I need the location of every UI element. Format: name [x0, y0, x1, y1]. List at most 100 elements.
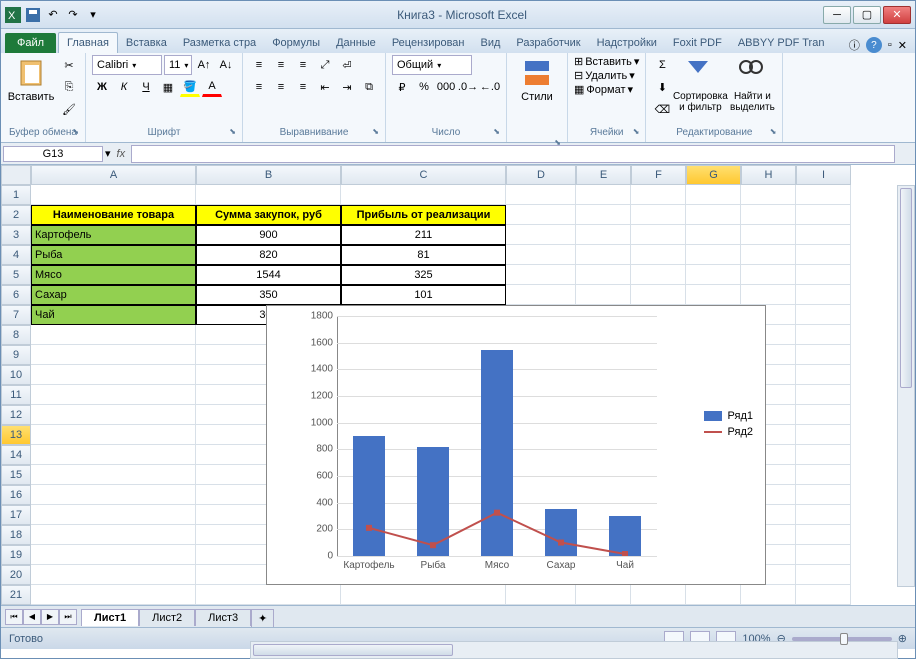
- minimize-button[interactable]: ─: [823, 6, 851, 24]
- column-header-F[interactable]: F: [631, 165, 686, 185]
- column-header-B[interactable]: B: [196, 165, 341, 185]
- cell-B2[interactable]: Сумма закупок, руб: [196, 205, 341, 225]
- cell-F2[interactable]: [631, 205, 686, 225]
- cell-I1[interactable]: [796, 185, 851, 205]
- cell-A7[interactable]: Чай: [31, 305, 196, 325]
- increase-indent-icon[interactable]: ⇥: [337, 77, 357, 97]
- column-header-D[interactable]: D: [506, 165, 576, 185]
- column-header-A[interactable]: A: [31, 165, 196, 185]
- cell-C4[interactable]: 81: [341, 245, 506, 265]
- cut-icon[interactable]: ✂: [59, 55, 79, 75]
- cell-G5[interactable]: [686, 265, 741, 285]
- cell-D6[interactable]: [506, 285, 576, 305]
- cell-G4[interactable]: [686, 245, 741, 265]
- decrease-decimal-icon[interactable]: ←.0: [480, 77, 500, 97]
- sheet-tab-3[interactable]: Лист3: [195, 609, 251, 626]
- cell-C5[interactable]: 325: [341, 265, 506, 285]
- cell-D3[interactable]: [506, 225, 576, 245]
- cell-E1[interactable]: [576, 185, 631, 205]
- cell-G1[interactable]: [686, 185, 741, 205]
- cell-D2[interactable]: [506, 205, 576, 225]
- decrease-indent-icon[interactable]: ⇤: [315, 77, 335, 97]
- font-size-combo[interactable]: 11▾: [164, 55, 192, 75]
- delete-cells-button[interactable]: ⊟ Удалить ▾: [574, 69, 635, 82]
- cell-I5[interactable]: [796, 265, 851, 285]
- cell-I11[interactable]: [796, 385, 851, 405]
- cell-E5[interactable]: [576, 265, 631, 285]
- row-header-5[interactable]: 5: [1, 265, 31, 285]
- column-header-G[interactable]: G: [686, 165, 741, 185]
- cell-A16[interactable]: [31, 485, 196, 505]
- cell-I10[interactable]: [796, 365, 851, 385]
- format-painter-icon[interactable]: 🖌: [59, 99, 79, 119]
- zoom-in-button[interactable]: ⊕: [898, 632, 907, 645]
- cell-F5[interactable]: [631, 265, 686, 285]
- cell-G2[interactable]: [686, 205, 741, 225]
- cell-I7[interactable]: [796, 305, 851, 325]
- cell-F21[interactable]: [631, 585, 686, 605]
- cell-A4[interactable]: Рыба: [31, 245, 196, 265]
- cell-C6[interactable]: 101: [341, 285, 506, 305]
- cell-I15[interactable]: [796, 465, 851, 485]
- cell-D21[interactable]: [506, 585, 576, 605]
- cell-I3[interactable]: [796, 225, 851, 245]
- decrease-font-icon[interactable]: A↓: [216, 55, 236, 75]
- column-header-C[interactable]: C: [341, 165, 506, 185]
- cell-F1[interactable]: [631, 185, 686, 205]
- sheet-tab-1[interactable]: Лист1: [81, 609, 139, 626]
- row-header-13[interactable]: 13: [1, 425, 31, 445]
- sheet-nav-last[interactable]: ⏭: [59, 609, 77, 625]
- sort-filter-button[interactable]: Сортировка и фильтр: [676, 55, 724, 115]
- cell-A3[interactable]: Картофель: [31, 225, 196, 245]
- tab-data[interactable]: Данные: [328, 33, 384, 53]
- cell-E3[interactable]: [576, 225, 631, 245]
- cell-I2[interactable]: [796, 205, 851, 225]
- tab-home[interactable]: Главная: [58, 32, 118, 53]
- cell-H1[interactable]: [741, 185, 796, 205]
- find-select-button[interactable]: Найти и выделить: [728, 55, 776, 115]
- cell-B21[interactable]: [196, 585, 341, 605]
- undo-icon[interactable]: ↶: [45, 7, 61, 23]
- row-header-16[interactable]: 16: [1, 485, 31, 505]
- cell-I21[interactable]: [796, 585, 851, 605]
- cell-C2[interactable]: Прибыль от реализации: [341, 205, 506, 225]
- tab-file[interactable]: Файл: [5, 33, 56, 53]
- row-header-9[interactable]: 9: [1, 345, 31, 365]
- cell-F4[interactable]: [631, 245, 686, 265]
- cell-E6[interactable]: [576, 285, 631, 305]
- cell-I18[interactable]: [796, 525, 851, 545]
- maximize-button[interactable]: ▢: [853, 6, 881, 24]
- format-cells-button[interactable]: ▦ Формат ▾: [574, 83, 633, 96]
- cell-A19[interactable]: [31, 545, 196, 565]
- cell-I4[interactable]: [796, 245, 851, 265]
- cell-D5[interactable]: [506, 265, 576, 285]
- cell-H2[interactable]: [741, 205, 796, 225]
- cell-I19[interactable]: [796, 545, 851, 565]
- tab-view[interactable]: Вид: [473, 33, 509, 53]
- cell-A5[interactable]: Мясо: [31, 265, 196, 285]
- cell-I12[interactable]: [796, 405, 851, 425]
- row-header-6[interactable]: 6: [1, 285, 31, 305]
- tab-layout[interactable]: Разметка стра: [175, 33, 264, 53]
- row-header-3[interactable]: 3: [1, 225, 31, 245]
- cell-A1[interactable]: [31, 185, 196, 205]
- row-header-21[interactable]: 21: [1, 585, 31, 605]
- align-left-icon[interactable]: ≡: [249, 77, 269, 97]
- row-header-17[interactable]: 17: [1, 505, 31, 525]
- column-header-E[interactable]: E: [576, 165, 631, 185]
- cell-I6[interactable]: [796, 285, 851, 305]
- tab-abbyy[interactable]: ABBYY PDF Tran: [730, 33, 833, 53]
- column-header-I[interactable]: I: [796, 165, 851, 185]
- bold-button[interactable]: Ж: [92, 77, 112, 97]
- embedded-chart[interactable]: 020040060080010001200140016001800 Картоф…: [266, 305, 766, 585]
- minimize-ribbon-icon[interactable]: ⓘ: [849, 37, 860, 53]
- row-header-19[interactable]: 19: [1, 545, 31, 565]
- row-header-18[interactable]: 18: [1, 525, 31, 545]
- cell-H5[interactable]: [741, 265, 796, 285]
- cell-D4[interactable]: [506, 245, 576, 265]
- row-header-12[interactable]: 12: [1, 405, 31, 425]
- row-header-11[interactable]: 11: [1, 385, 31, 405]
- font-color-button[interactable]: A: [202, 77, 222, 97]
- cell-H21[interactable]: [741, 585, 796, 605]
- cell-I9[interactable]: [796, 345, 851, 365]
